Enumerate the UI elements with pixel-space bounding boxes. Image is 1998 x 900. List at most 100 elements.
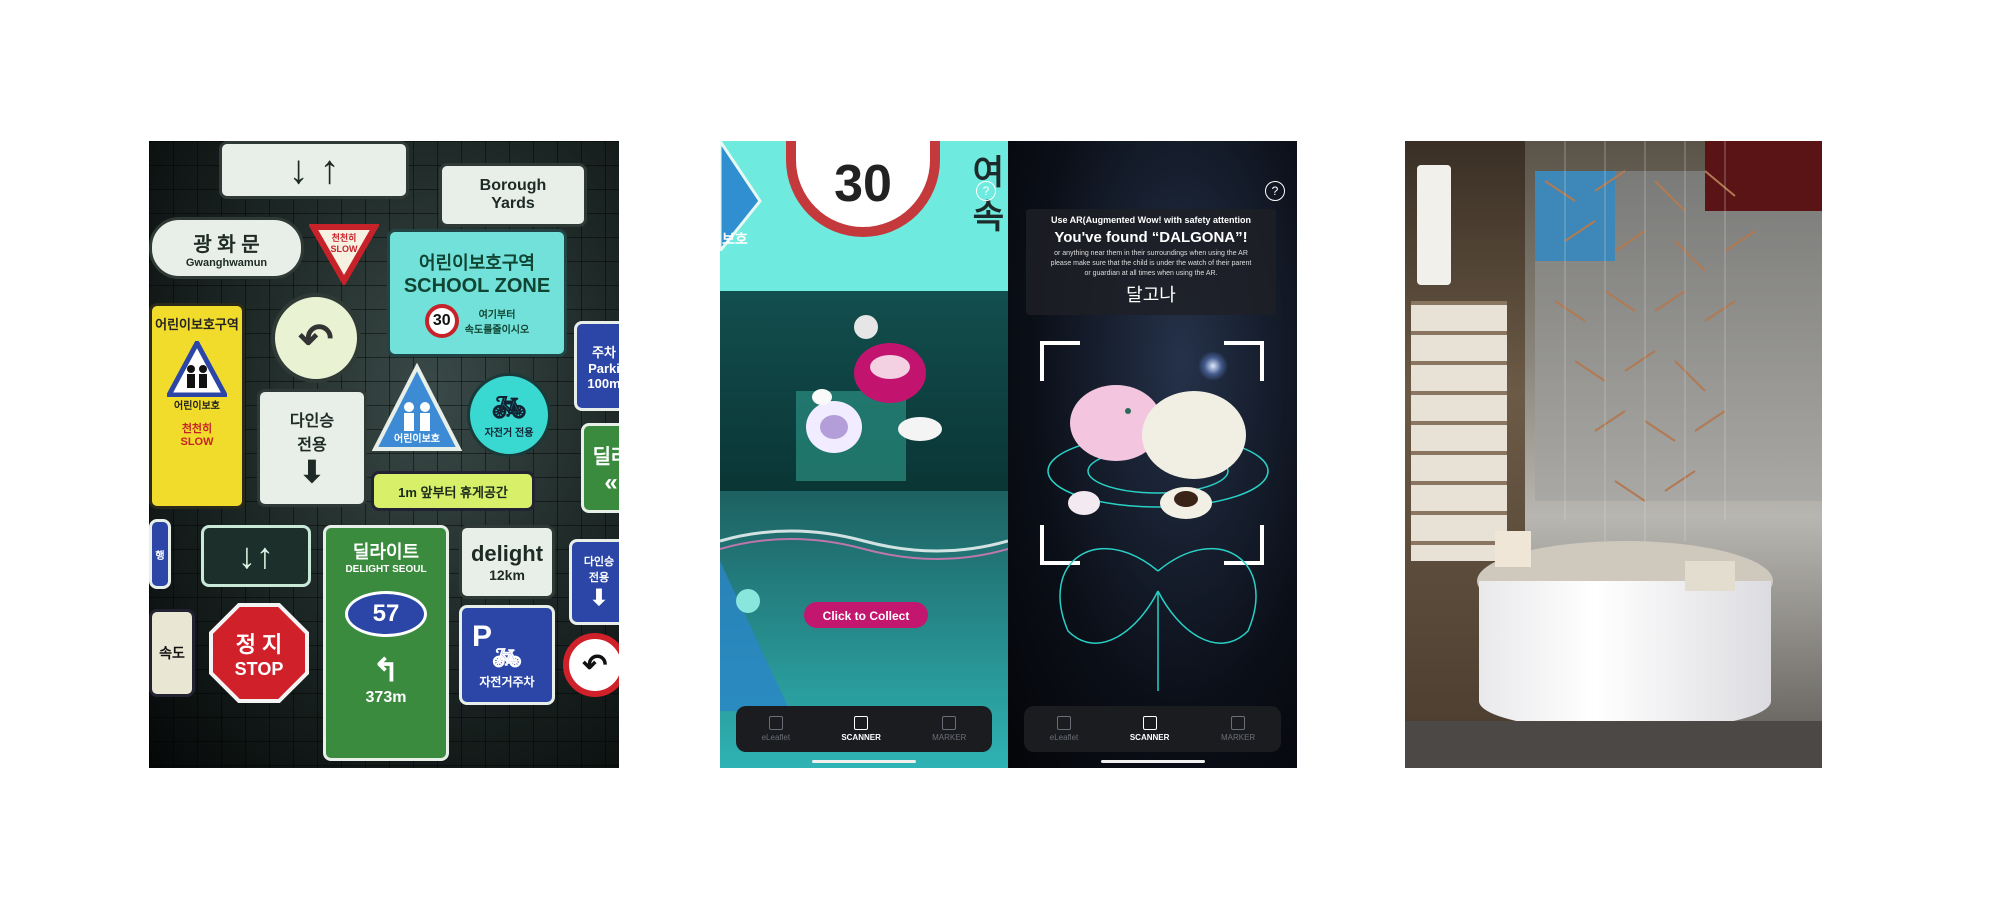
bicycle-icon-2: 🚲︎ [491,645,523,672]
found-title: You've found “DALGONA”! [1054,229,1248,246]
notice-line: Use AR(Augmented Wow! with safety attent… [1050,215,1251,225]
delight-side-text: 딜라 [592,445,619,468]
product-box-2 [1685,561,1735,591]
nav-marker-label: MARKER [932,733,967,742]
bottom-nav: eLeaflet SCANNER MARKER [736,706,992,752]
bike-only-text: 자전거 전용 [484,428,534,439]
arrows-sign: ↓ ↑ [219,141,409,199]
yellow-slow-text: 천천히 SLOW [180,423,214,448]
lane-sign: 행 [149,519,171,589]
stop-sign: 정 지 STOP [209,603,309,703]
bike-parking-text: 자전거주차 [479,675,535,689]
dalgona-objects [1068,385,1246,519]
down-arrow-icon: ⬇ [299,455,325,489]
route-57-badge: 57 [345,591,427,637]
road-signs-photo: ↓ ↑ Borough Yards 광 화 문 Gwanghwamun 천천히 … [149,141,619,768]
bike-parking-sign: P 🚲︎ 자전거주차 [459,605,555,705]
speed-text: 속도 [159,645,185,661]
product-box [1495,531,1531,567]
delight-brand: delight [470,541,544,566]
pedestrian-sign: 보호 [720,141,768,254]
pedestrian-figure [720,561,790,711]
scanner-icon [1142,716,1157,730]
no-u-turn-sign: ↶ [563,633,619,697]
scan-corner-tl [1040,341,1080,381]
gwanghwamun-kr: 광 화 문 [193,233,260,256]
bike-only-sign: 🚲︎ 자전거 전용 [467,373,551,457]
chevron-left-icon: « [604,468,618,496]
hanging-shirt [1417,165,1451,285]
hanging-sticks-sculpture [1544,141,1756,551]
help-button-2[interactable]: ? [1265,181,1285,201]
help-button[interactable]: ? [976,181,996,201]
scanner-icon [854,716,869,730]
school-zone-sign: 어린이보호구역 SCHOOL ZONE 30 여기부터 속도를줄이시오 [387,229,567,357]
delight-distance-sign: delight 12km [459,525,555,599]
nav-scanner-label: SCANNER [841,733,881,742]
carpool-text: 다인승 전용 [289,412,335,454]
nav-eleaflet-label: eLeaflet [761,733,791,742]
bottom-nav-2: eLeaflet SCANNER MARKER [1024,706,1281,752]
children-protect-text: 어린이보호 [394,434,440,445]
delight-side-sign: 딜라 « [581,423,619,513]
found-notice: Use AR(Augmented Wow! with safety attent… [1026,209,1276,315]
children-crossing-icon [167,341,227,397]
delight-kr: 딜라이트 [352,542,420,562]
scan-corner-tr [1224,341,1264,381]
clothing-shelves [1411,301,1507,561]
nav-scanner[interactable]: SCANNER [841,716,881,742]
store-installation-photo [1405,141,1822,768]
parking-text: 주차 Parki 100m [587,344,619,391]
home-indicator-2 [1100,760,1205,763]
nav-marker[interactable]: MARKER [932,716,966,742]
speed-limit-value: 30 [834,155,892,213]
leaflet-icon [1057,716,1072,730]
speed-sign: 속도 [149,609,195,697]
delight-seoul-sign: 딜라이트 DELIGHT SEOUL 57 ↰ 373m [323,525,449,761]
home-indicator [812,760,916,763]
turn-arrow-icon: ↰ [372,652,400,688]
lane-text: 행 [155,550,165,562]
nav-eleaflet[interactable]: eLeaflet [762,716,790,742]
dalgona-kr: 달고나 [1126,285,1176,305]
nav-eleaflet-label-2: eLeaflet [1049,733,1079,742]
marker-icon [942,716,957,730]
children-protect-sign: 어린이보호 [371,363,463,455]
distance-373: 373m [365,689,407,706]
slow-text: 천천히 SLOW [330,233,358,254]
nav-eleaflet-2[interactable]: eLeaflet [1050,716,1078,742]
yellow-school-zone-sign: 어린이보호구역 어린이보호 천천히 SLOW [149,303,245,509]
click-to-collect-button[interactable]: Click to Collect [804,602,928,628]
display-table-base [1479,581,1771,731]
gwanghwamun-en: Gwanghwamun [185,256,268,269]
ar-phone-found-screen: ? Use AR(Augmented Wow! with safety atte… [1008,141,1297,768]
gwanghwamun-sign: 광 화 문 Gwanghwamun [149,217,304,279]
u-turn-sign: ↶ [271,293,361,383]
down-arrow-icon-2: ⬇ [589,585,609,610]
nav-scanner-2[interactable]: SCANNER [1130,716,1169,742]
leaflet-icon [768,716,783,730]
borough-yards-sign: Borough Yards [439,163,587,227]
parking-p: P [472,620,493,653]
ar-phone-collect-screen: 30 여 속 보호 ? Click to Collect eLeaflet SC… [720,141,1008,768]
yellow-children-text: 어린이보호 [174,401,220,412]
school-zone-en: SCHOOL ZONE [403,274,551,297]
bicycle-icon: 🚲︎ [491,392,527,423]
floor [1405,721,1822,768]
ar-dalgona-objects [806,315,942,453]
rest-area-sign: 1m 앞부터 휴게공간 [371,471,535,511]
parking-sign: 주차 Parki 100m [574,321,619,411]
nav-marker-2[interactable]: MARKER [1221,716,1255,742]
marker-icon [1231,716,1246,730]
stop-en: STOP [234,659,284,679]
stop-kr: 정 지 [235,632,283,657]
slow-triangle-sign: 천천히 SLOW [309,223,379,285]
carpool-sign-2: 다인승 전용 ⬇ [569,539,619,625]
nav-marker-label-2: MARKER [1220,733,1256,742]
school-zone-kr: 어린이보호구역 [419,252,535,273]
rest-area-text: 1m 앞부터 휴게공간 [398,484,508,500]
safety-text: or anything near them in their surroundi… [1050,250,1252,277]
pedestrian-text: 보호 [722,231,748,247]
yellow-zone-text: 어린이보호구역 [155,317,239,332]
slow-down-text: 여기부터 속도를줄이시오 [464,309,530,336]
